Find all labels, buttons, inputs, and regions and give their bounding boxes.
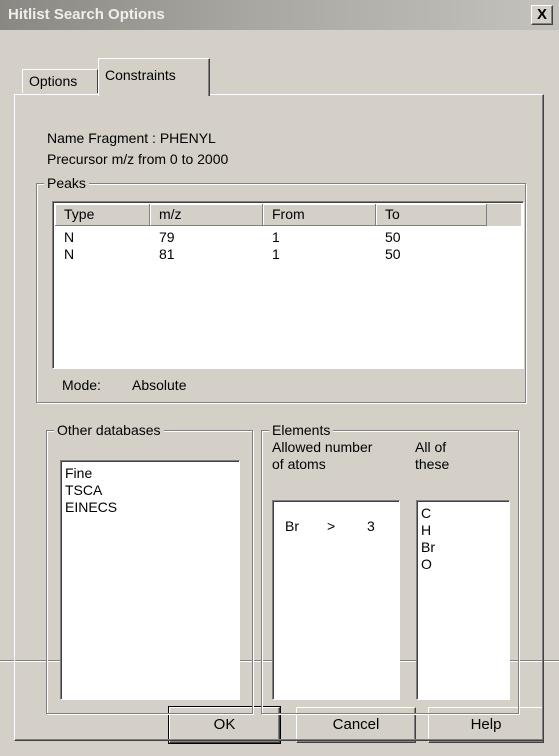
other-databases-list[interactable]: Fine TSCA EINECS: [60, 460, 240, 700]
allowed-atoms-label-line1: Allowed number: [272, 439, 373, 455]
tab-options[interactable]: Options: [22, 69, 98, 93]
all-of-these-label-line1: All of: [415, 439, 447, 455]
element-item[interactable]: O: [421, 556, 509, 573]
close-icon: X: [536, 6, 547, 23]
peaks-list[interactable]: Type m/z From To N 79 1 50 N 81 1 50: [52, 201, 524, 369]
column-header-type[interactable]: Type: [55, 204, 150, 226]
element-item[interactable]: H: [421, 522, 509, 539]
allowed-atoms-label-line2: of atoms: [272, 456, 326, 472]
window-title-bar[interactable]: Hitlist Search Options X: [0, 0, 559, 30]
column-header-mz[interactable]: m/z: [150, 204, 263, 226]
all-of-these-label-line2: these: [415, 456, 450, 472]
allowed-atoms-label: Allowed number of atoms: [272, 439, 372, 473]
peak-to-cell: 50: [385, 246, 401, 262]
allowed-atom-element: Br: [285, 518, 299, 534]
close-button[interactable]: X: [531, 5, 553, 25]
column-header-from[interactable]: From: [263, 204, 376, 226]
peaks-list-header: Type m/z From To: [55, 204, 521, 226]
database-item[interactable]: Fine: [65, 465, 239, 482]
allowed-atoms-list[interactable]: Br > 3: [272, 500, 400, 700]
peaks-group-label: Peaks: [44, 174, 89, 192]
database-item[interactable]: EINECS: [65, 499, 239, 516]
precursor-range-text: Precursor m/z from 0 to 2000: [47, 151, 229, 167]
tab-options-label: Options: [29, 73, 78, 89]
other-databases-label: Other databases: [54, 421, 164, 439]
peak-from-cell: 1: [272, 229, 280, 245]
peak-type-cell: N: [64, 246, 75, 262]
elements-group: Elements Allowed number of atoms All of …: [261, 421, 519, 714]
name-fragment-text: Name Fragment : PHENYL: [47, 130, 216, 146]
peak-from-cell: 1: [272, 246, 280, 262]
peak-type-cell: N: [64, 229, 75, 245]
peaks-group: Peaks Type m/z From To N 79 1 50 N 81 1 …: [36, 174, 526, 403]
constraints-panel: Name Fragment : PHENYL Precursor m/z fro…: [14, 94, 544, 741]
mode-value: Absolute: [132, 377, 187, 393]
allowed-atom-row[interactable]: Br > 3: [285, 517, 385, 535]
database-item[interactable]: TSCA: [65, 482, 239, 499]
tab-constraints[interactable]: Constraints: [98, 58, 210, 96]
column-header-to[interactable]: To: [376, 204, 487, 226]
window-title: Hitlist Search Options: [8, 6, 165, 23]
all-of-these-list[interactable]: C H Br O: [416, 500, 510, 700]
peak-row[interactable]: N 81 1 50: [55, 245, 487, 263]
element-item[interactable]: Br: [421, 539, 509, 556]
allowed-atom-operator: >: [327, 518, 336, 534]
all-of-these-label: All of these: [415, 439, 449, 473]
elements-label: Elements: [269, 421, 334, 439]
peak-row[interactable]: N 79 1 50: [55, 228, 487, 246]
peak-to-cell: 50: [385, 229, 401, 245]
mode-label: Mode:: [62, 377, 101, 393]
peak-mz-cell: 81: [159, 246, 175, 262]
other-databases-group: Other databases Fine TSCA EINECS: [46, 421, 253, 714]
tab-constraints-label: Constraints: [105, 67, 176, 83]
element-item[interactable]: C: [421, 505, 509, 522]
peak-mz-cell: 79: [159, 229, 175, 245]
allowed-atom-count: 3: [367, 518, 375, 534]
